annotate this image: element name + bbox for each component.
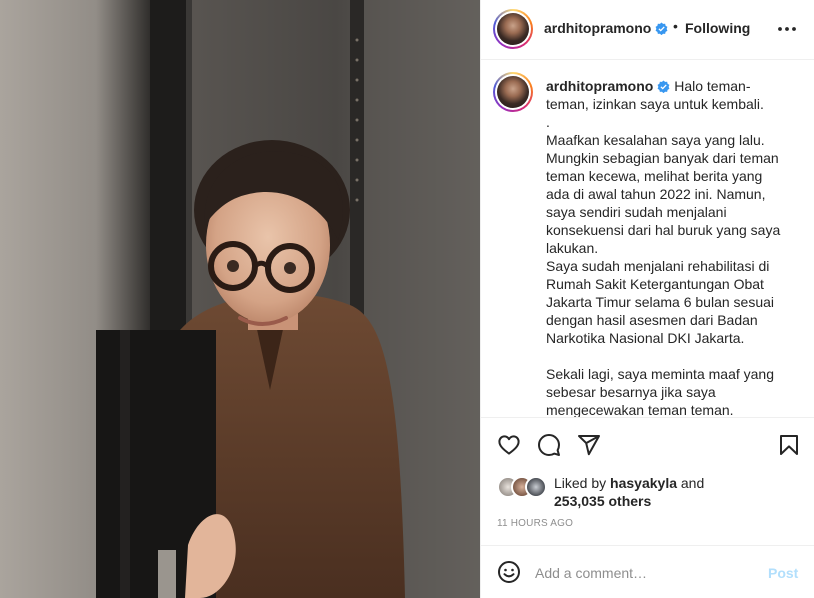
liker-avatars[interactable] xyxy=(497,476,553,498)
post-actions xyxy=(481,420,814,470)
liked-by-text: Liked by hasyakyla and 253,035 others xyxy=(554,475,705,509)
heart-icon[interactable] xyxy=(497,433,521,457)
add-comment-bar: Post xyxy=(481,545,814,598)
post-photo[interactable] xyxy=(0,0,480,598)
post-caption: ardhitopramono Halo teman-teman, izinkan… xyxy=(546,77,786,418)
post-comment-button[interactable]: Post xyxy=(768,565,798,581)
verified-badge-icon xyxy=(655,22,668,35)
caption-avatar[interactable] xyxy=(493,72,533,112)
post-side-panel: ardhitopramono • Following ardhitopramon… xyxy=(480,0,814,598)
comment-input[interactable] xyxy=(535,562,755,584)
send-icon[interactable] xyxy=(577,433,601,457)
verified-badge-icon xyxy=(657,80,670,93)
liked-by-user-link[interactable]: hasyakyla xyxy=(610,475,677,491)
caption-text: Halo teman-teman, izinkan saya untuk kem… xyxy=(546,78,781,418)
caption-username[interactable]: ardhitopramono xyxy=(546,78,670,94)
story-ring-avatar[interactable] xyxy=(493,9,533,49)
following-button[interactable]: Following xyxy=(685,20,750,36)
likes-count-link[interactable]: 253,035 others xyxy=(554,493,651,509)
avatar xyxy=(497,13,529,45)
photo-illustration xyxy=(0,0,480,598)
more-horizontal-icon[interactable] xyxy=(777,19,797,39)
post-timestamp[interactable]: 11 HOURS AGO xyxy=(497,518,573,529)
avatar xyxy=(525,476,547,498)
avatar xyxy=(497,76,529,108)
author-username[interactable]: ardhitopramono xyxy=(544,20,668,36)
comment-icon[interactable] xyxy=(537,433,561,457)
post-header: ardhitopramono • Following xyxy=(481,0,814,60)
bookmark-icon[interactable] xyxy=(777,433,801,457)
comments-scroll-area[interactable]: ardhitopramono Halo teman-teman, izinkan… xyxy=(481,61,814,418)
separator-dot: • xyxy=(673,18,678,34)
emoji-icon[interactable] xyxy=(497,560,521,584)
likes-section: Liked by hasyakyla and 253,035 others xyxy=(497,474,797,514)
